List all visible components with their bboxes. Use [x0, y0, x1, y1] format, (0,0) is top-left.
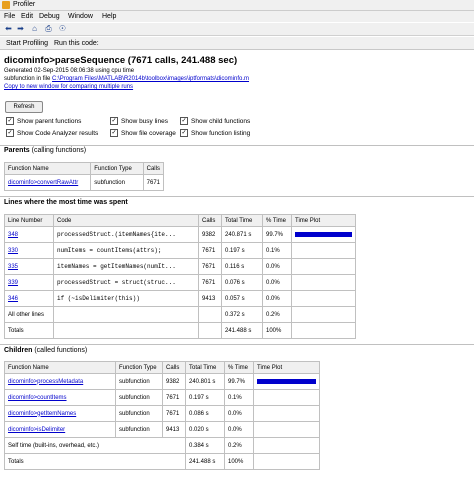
checkbox-icon[interactable]: ✓ — [6, 117, 14, 125]
table-row: All other lines 0.372 s 0.2% — [4, 306, 356, 323]
table-row: dicominfo>processMetadata subfunction 93… — [4, 373, 320, 390]
line-number-link[interactable]: 348 — [4, 226, 54, 243]
option-code-analyzer[interactable]: ✓ Show Code Analyzer results — [6, 129, 98, 137]
divider — [0, 145, 474, 146]
compare-link[interactable]: Copy to new window for comparing multipl… — [4, 84, 133, 90]
print-icon[interactable]: ⎙ — [44, 25, 53, 33]
report-content: dicominfo>parseSequence (7671 calls, 241… — [0, 50, 474, 477]
lines-heading: Lines where the most time was spent — [4, 199, 128, 206]
menu-window[interactable]: Window — [68, 13, 93, 20]
child-function-link[interactable]: dicominfo>countItems — [4, 389, 116, 406]
checkbox-icon[interactable]: ✓ — [6, 129, 14, 137]
file-info: subfunction in file C:\Program Files\MAT… — [4, 76, 250, 82]
table-header-row: Function Name Function Type Calls Total … — [4, 361, 320, 374]
option-file-coverage[interactable]: ✓ Show file coverage — [110, 129, 176, 137]
page-title: dicominfo>parseSequence (7671 calls, 241… — [4, 55, 238, 66]
table-row: Totals 241.488 s 100% — [4, 322, 356, 339]
back-icon[interactable]: ⬅ — [4, 25, 13, 33]
checkbox-icon[interactable]: ✓ — [180, 117, 188, 125]
title-bar: Profiler — [0, 0, 474, 11]
line-number-link[interactable]: 346 — [4, 290, 54, 307]
table-header-row: Line Number Code Calls Total Time % Time… — [4, 214, 356, 227]
parents-table: Function Name Function Type Calls dicomi… — [3, 162, 165, 191]
refresh-button[interactable]: Refresh — [5, 101, 43, 113]
table-header-row: Function Name Function Type Calls — [3, 162, 165, 175]
table-row: Self time (built-ins, overhead, etc.) 0.… — [4, 437, 320, 454]
matlab-icon — [2, 1, 10, 9]
generated-info: Generated 02-Sep-2015 08:06:38 using cpu… — [4, 68, 135, 74]
parent-function-link[interactable]: dicominfo>convertRawAttr — [3, 174, 92, 191]
option-parent-functions[interactable]: ✓ Show parent functions — [6, 117, 81, 125]
child-function-link[interactable]: dicominfo>isDelimiter — [4, 421, 116, 438]
table-row: dicominfo>convertRawAttr subfunction 767… — [3, 174, 165, 191]
line-number-link[interactable]: 335 — [4, 258, 54, 275]
window-title: Profiler — [13, 1, 36, 8]
find-icon[interactable]: ☉ — [58, 25, 67, 33]
parents-heading: Parents (calling functions) — [4, 147, 87, 154]
toolbar: ⬅ ➡ ⌂ ⎙ ☉ — [0, 23, 474, 36]
table-row: 330 numItems = countItems(attrs); 7671 0… — [4, 242, 356, 259]
run-code-label: Run this code: — [54, 40, 99, 47]
file-link[interactable]: C:\Program Files\MATLAB\R2014b\toolbox\i… — [52, 76, 249, 82]
divider — [0, 344, 474, 345]
children-heading: Children (called functions) — [4, 347, 88, 354]
option-child-functions[interactable]: ✓ Show child functions — [180, 117, 250, 125]
table-row: 348 processedStruct.(itemNames{ite... 93… — [4, 226, 356, 243]
time-plot-bar — [295, 232, 352, 237]
checkbox-icon[interactable]: ✓ — [180, 129, 188, 137]
table-row: dicominfo>getItemNames subfunction 7671 … — [4, 405, 320, 422]
lines-table: Line Number Code Calls Total Time % Time… — [4, 214, 356, 339]
start-profiling-button[interactable]: Start Profiling — [6, 40, 48, 47]
checkbox-icon[interactable]: ✓ — [110, 129, 118, 137]
home-icon[interactable]: ⌂ — [30, 25, 39, 33]
table-row: 346 if (~isDelimiter(this)) 9413 0.057 s… — [4, 290, 356, 307]
divider — [0, 196, 474, 197]
line-number-link[interactable]: 330 — [4, 242, 54, 259]
option-busy-lines[interactable]: ✓ Show busy lines — [110, 117, 168, 125]
table-row: 339 processedStruct = struct(struc... 76… — [4, 274, 356, 291]
time-plot-bar — [257, 379, 316, 384]
checkbox-icon[interactable]: ✓ — [110, 117, 118, 125]
menu-bar: File Edit Debug Window Help — [0, 11, 474, 22]
table-row: 335 itemNames = getItemNames(numIt... 76… — [4, 258, 356, 275]
table-row: dicominfo>countItems subfunction 7671 0.… — [4, 389, 320, 406]
child-function-link[interactable]: dicominfo>processMetadata — [4, 373, 116, 390]
menu-file[interactable]: File — [4, 13, 15, 20]
menu-debug[interactable]: Debug — [39, 13, 60, 20]
option-function-listing[interactable]: ✓ Show function listing — [180, 129, 250, 137]
table-row: Totals 241.488 s 100% — [4, 453, 320, 470]
line-number-link[interactable]: 339 — [4, 274, 54, 291]
child-function-link[interactable]: dicominfo>getItemNames — [4, 405, 116, 422]
menu-help[interactable]: Help — [102, 13, 116, 20]
forward-icon[interactable]: ➡ — [16, 25, 25, 33]
menu-edit[interactable]: Edit — [21, 13, 33, 20]
start-bar: Start Profiling Run this code: — [0, 37, 474, 50]
table-row: dicominfo>isDelimiter subfunction 9413 0… — [4, 421, 320, 438]
children-table: Function Name Function Type Calls Total … — [4, 361, 320, 470]
